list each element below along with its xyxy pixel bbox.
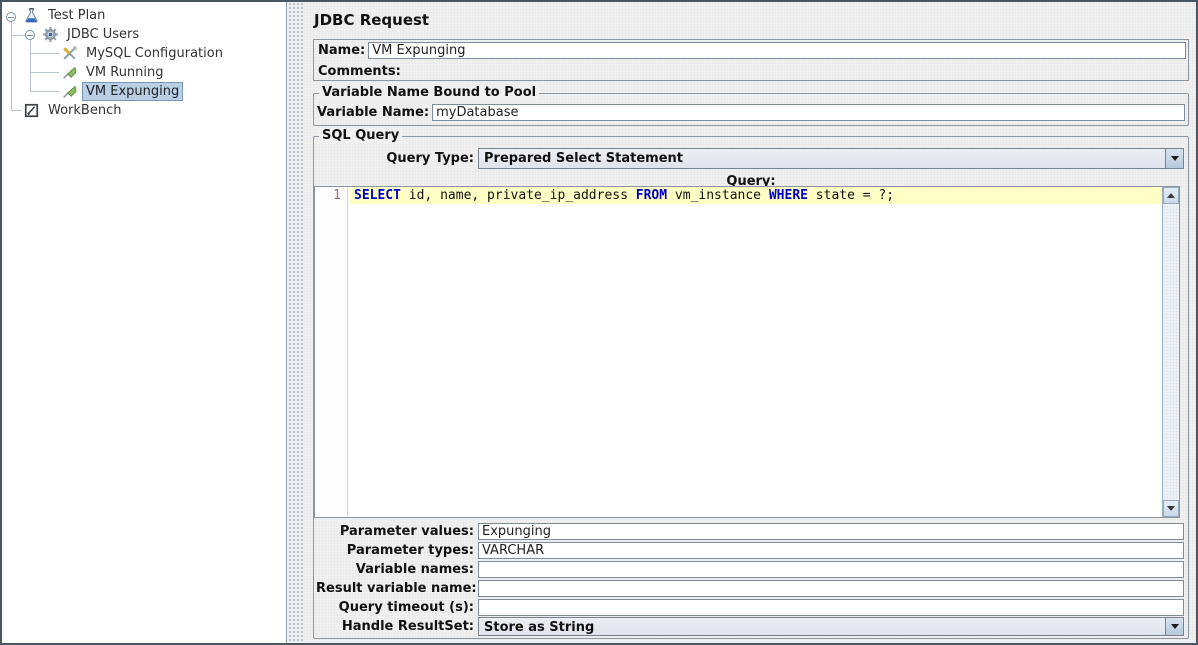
sql-query-editor[interactable]: 1 SELECT id, name, private_ip_address FR… (314, 186, 1180, 518)
sql-keyword: SELECT (354, 188, 401, 203)
thread-group-gear-icon (42, 26, 59, 43)
chevron-down-icon (1171, 156, 1179, 161)
test-plan-tree: Test Plan JDBC Users (2, 2, 287, 643)
query-type-row: Query Type: Prepared Select Statement (316, 148, 1184, 169)
query-timeout-input[interactable] (478, 599, 1184, 616)
page-title: JDBC Request (314, 11, 429, 29)
variable-names-label: Variable names: (316, 562, 478, 577)
line-number-gutter: 1 (315, 187, 348, 517)
tree-node-label: VM Running (82, 63, 168, 82)
scroll-up-button[interactable] (1163, 187, 1179, 204)
chevron-down-icon (1167, 506, 1175, 511)
variable-names-input[interactable] (478, 561, 1184, 578)
name-label: Name: (318, 43, 365, 58)
jdbc-request-panel: JDBC Request Name: Comments: Variable Na… (303, 2, 1196, 643)
variable-name-bound-to-pool-group: Variable Name Bound to Pool Variable Nam… (313, 93, 1189, 126)
tree-node-label-selected: VM Expunging (82, 82, 183, 101)
handle-resultset-dropdown-button[interactable] (1165, 618, 1183, 635)
tree-connector-line (30, 91, 59, 92)
parameter-values-input[interactable] (478, 523, 1184, 540)
tree-node-jdbc-users[interactable]: JDBC Users (42, 25, 143, 44)
tree-connector-line (30, 72, 59, 73)
query-timeout-row: Query timeout (s): (316, 598, 1184, 617)
workbench-notepad-icon (23, 102, 40, 119)
sql-query-group: SQL Query Query Type: Prepared Select St… (313, 136, 1189, 639)
handle-resultset-row: Handle ResultSet: Store as String (316, 617, 1184, 636)
pool-group-legend: Variable Name Bound to Pool (319, 85, 539, 100)
sql-query-line-1[interactable]: SELECT id, name, private_ip_address FROM… (349, 187, 1162, 204)
jmeter-window: Test Plan JDBC Users (0, 0, 1198, 645)
query-type-dropdown-button[interactable] (1165, 149, 1183, 168)
result-variable-name-input[interactable] (478, 580, 1184, 597)
sampler-dropper-icon (61, 64, 78, 81)
comments-row: Comments: (314, 61, 1188, 82)
parameter-types-row: Parameter types: (316, 541, 1184, 560)
variable-name-row: Variable Name: (317, 103, 1185, 122)
test-plan-flask-icon (23, 7, 40, 24)
parameter-values-label: Parameter values: (316, 524, 478, 539)
collapse-handle-test-plan[interactable] (6, 12, 16, 22)
tree-node-vm-running[interactable]: VM Running (61, 63, 168, 82)
tree-node-label: Test Plan (44, 6, 109, 25)
query-type-selected-value: Prepared Select Statement (479, 149, 1165, 168)
variable-name-input[interactable] (432, 104, 1185, 121)
sql-text: state = ?; (808, 188, 894, 203)
tree-connector-line (11, 110, 22, 111)
variable-name-label: Variable Name: (317, 105, 429, 120)
sql-keyword: FROM (636, 188, 667, 203)
query-timeout-label: Query timeout (s): (316, 600, 478, 615)
name-row: Name: (314, 40, 1188, 61)
name-comments-box: Name: Comments: (313, 39, 1189, 81)
scroll-down-button[interactable] (1163, 500, 1179, 517)
sql-keyword: WHERE (769, 188, 808, 203)
sampler-dropper-icon (61, 83, 78, 100)
query-type-select[interactable]: Prepared Select Statement (478, 148, 1184, 169)
tree-node-test-plan[interactable]: Test Plan (23, 6, 109, 25)
handle-resultset-selected-value: Store as String (479, 618, 1165, 635)
chevron-down-icon (1171, 624, 1179, 629)
tree-node-label: MySQL Configuration (82, 44, 227, 63)
variable-names-row: Variable names: (316, 560, 1184, 579)
handle-resultset-select[interactable]: Store as String (478, 617, 1184, 636)
tree-node-vm-expunging[interactable]: VM Expunging (61, 82, 183, 101)
tree-node-label: WorkBench (44, 101, 125, 120)
collapse-handle-jdbc-users[interactable] (25, 30, 35, 40)
tree-connector-line (30, 53, 59, 54)
result-variable-name-label: Result variable name: (316, 581, 478, 596)
tree-connector-line (11, 18, 12, 110)
parameter-rows: Parameter values: Parameter types: Varia… (316, 522, 1184, 636)
split-pane-divider[interactable] (288, 2, 303, 643)
comments-label: Comments: (318, 64, 401, 79)
parameter-types-label: Parameter types: (316, 543, 478, 558)
handle-resultset-label: Handle ResultSet: (316, 619, 478, 634)
comments-input[interactable] (404, 63, 1186, 80)
parameter-values-row: Parameter values: (316, 522, 1184, 541)
tree-node-mysql-configuration[interactable]: MySQL Configuration (61, 44, 227, 63)
sql-text: id, name, private_ip_address (401, 188, 636, 203)
tree-node-workbench[interactable]: WorkBench (23, 101, 125, 120)
chevron-up-icon (1167, 193, 1175, 198)
tree-connector-line (11, 35, 26, 36)
sql-group-legend: SQL Query (319, 128, 402, 143)
line-number: 1 (315, 187, 347, 204)
tree-connector-line (30, 37, 31, 91)
parameter-types-input[interactable] (478, 542, 1184, 559)
sql-text: vm_instance (667, 188, 769, 203)
result-variable-name-row: Result variable name: (316, 579, 1184, 598)
config-tools-icon (61, 45, 78, 62)
tree-node-label: JDBC Users (63, 25, 143, 44)
name-input[interactable] (368, 42, 1186, 59)
editor-vertical-scrollbar[interactable] (1162, 187, 1179, 517)
query-type-label: Query Type: (316, 151, 478, 166)
